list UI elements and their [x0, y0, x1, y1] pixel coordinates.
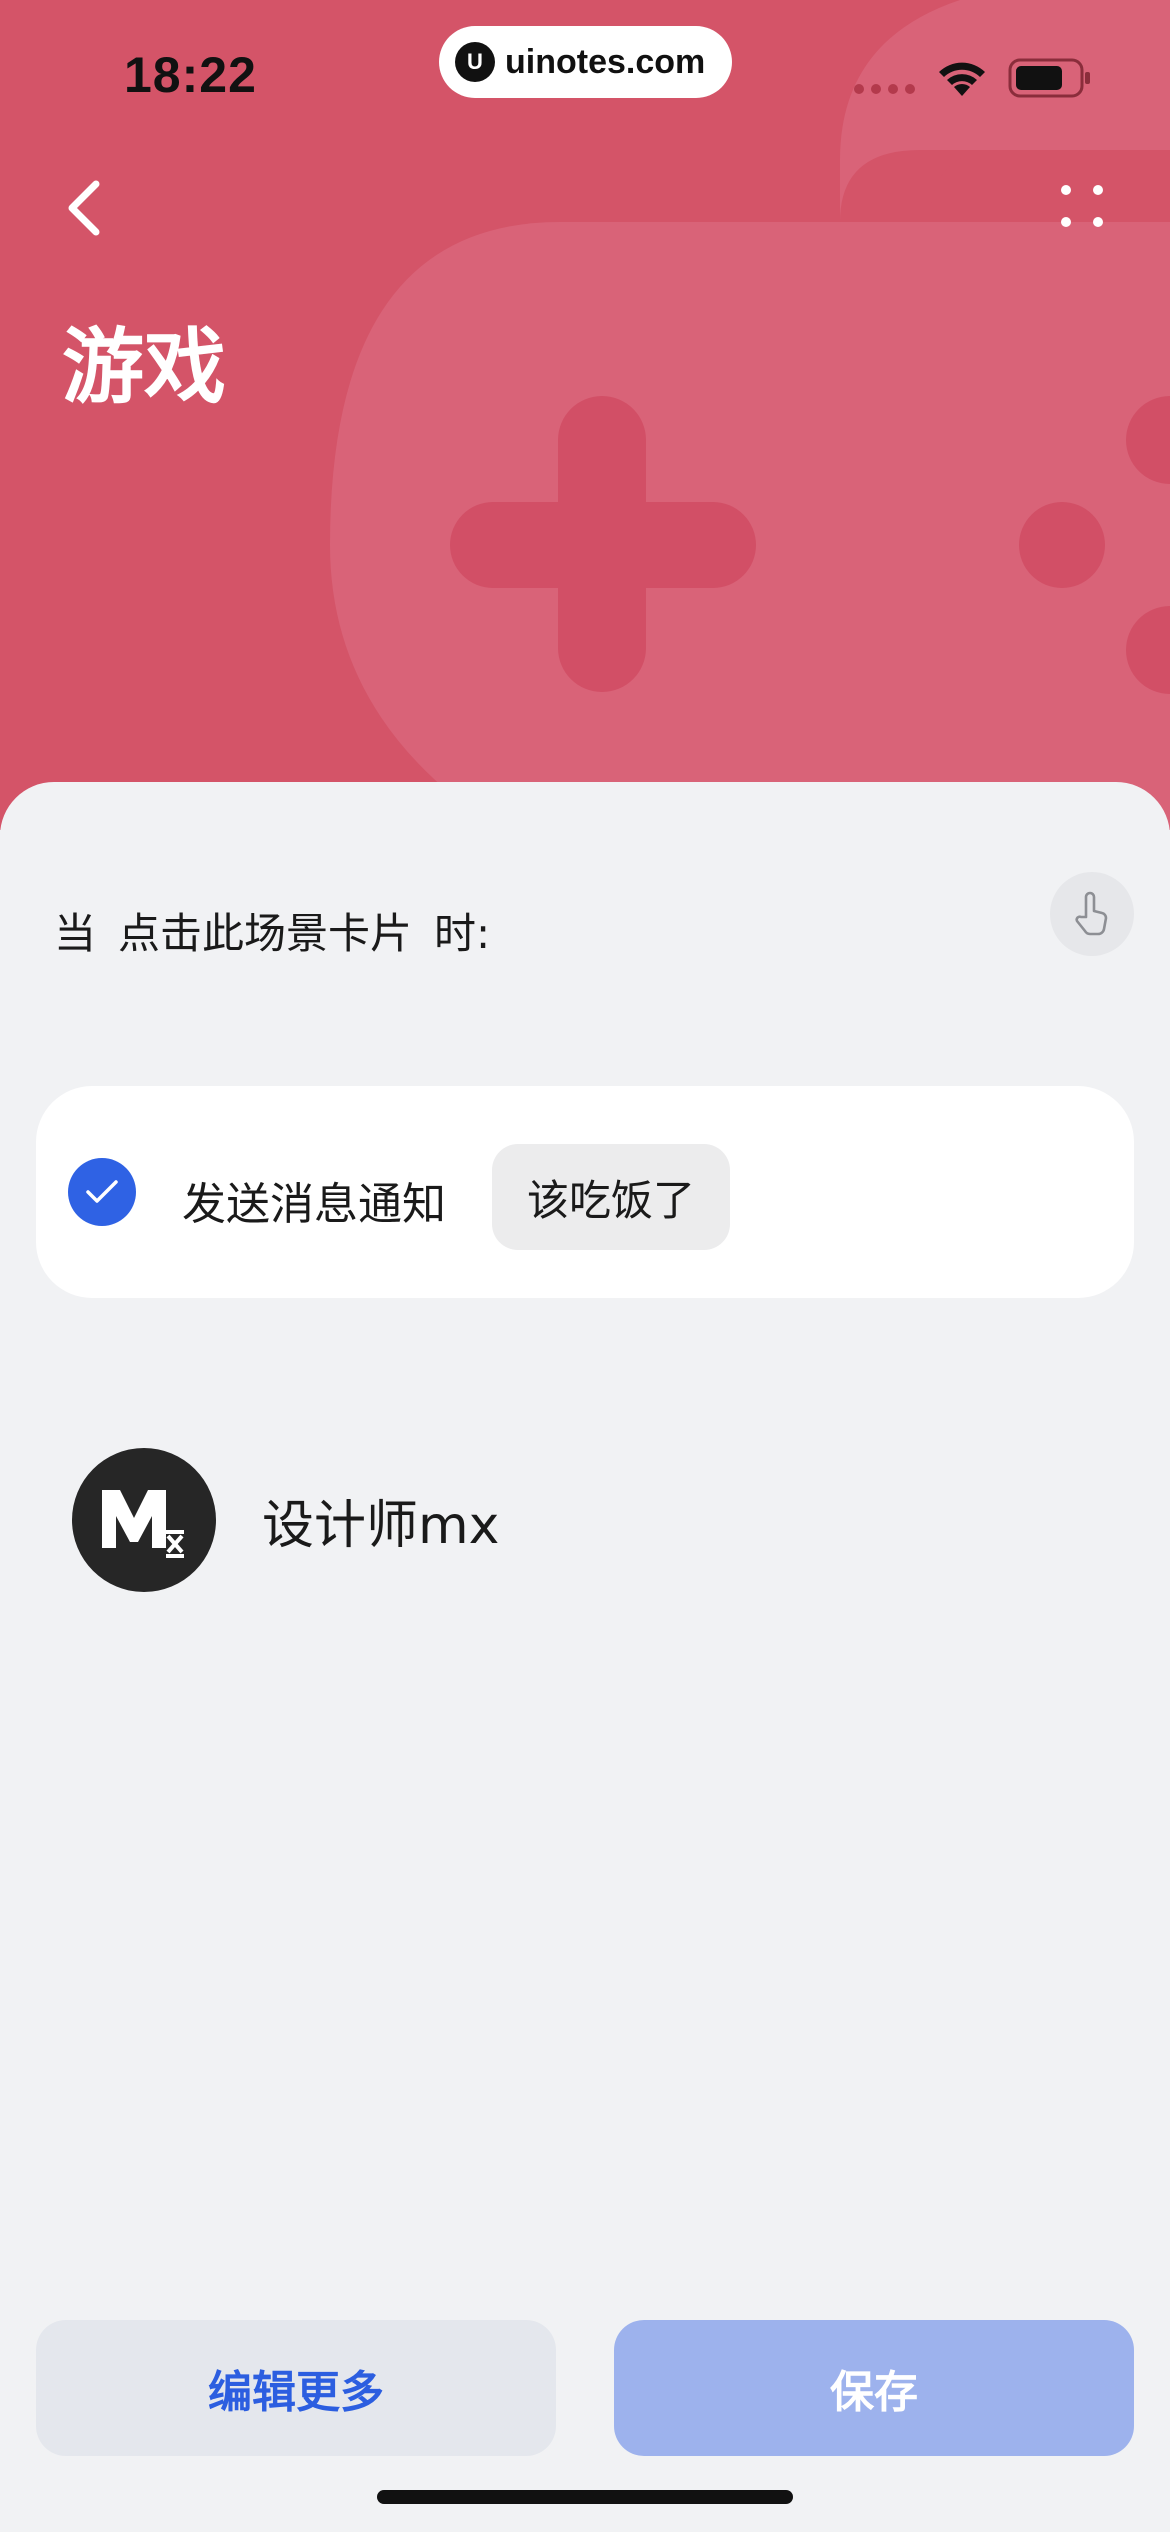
header: 18:22 U uinotes.com 游戏	[0, 0, 1170, 830]
trigger-prefix: 当	[54, 909, 97, 958]
hand-tap-button[interactable]	[1050, 872, 1134, 956]
signal-icon	[854, 84, 915, 94]
trigger-suffix: 时:	[434, 909, 491, 958]
chevron-left-icon[interactable]	[56, 172, 116, 244]
action-card[interactable]: 发送消息通知 该吃饭了	[36, 1086, 1134, 1298]
hand-tap-icon	[1075, 891, 1108, 936]
message-chip[interactable]: 该吃饭了	[492, 1144, 730, 1250]
avatar	[72, 1448, 216, 1592]
author-row: 设计师mx	[72, 1448, 499, 1592]
edit-more-button[interactable]: 编辑更多	[36, 2320, 556, 2456]
action-label: 发送消息通知	[182, 1179, 446, 1230]
status-time: 18:22	[124, 47, 257, 103]
check-icon	[86, 1180, 118, 1203]
mx-logo-icon	[102, 1490, 184, 1558]
home-indicator[interactable]	[377, 2490, 793, 2504]
watermark-logo-icon: U	[455, 42, 495, 82]
wifi-icon	[939, 62, 985, 96]
watermark-text: uinotes.com	[505, 42, 706, 81]
trigger-condition[interactable]: 点击此场景卡片	[118, 900, 412, 961]
save-button[interactable]: 保存	[614, 2320, 1134, 2456]
author-name: 设计师mx	[262, 1495, 500, 1556]
watermark-badge: U uinotes.com	[439, 26, 732, 98]
more-dots-icon[interactable]	[1054, 180, 1110, 236]
page-title: 游戏	[62, 320, 227, 415]
battery-icon	[1008, 58, 1090, 98]
trigger-row: 当 点击此场景卡片 时:	[54, 900, 490, 961]
action-checkbox[interactable]	[68, 1158, 136, 1226]
content-sheet: 当 点击此场景卡片 时: 发送消息通知 该吃饭了 设计师mx	[0, 782, 1170, 2532]
